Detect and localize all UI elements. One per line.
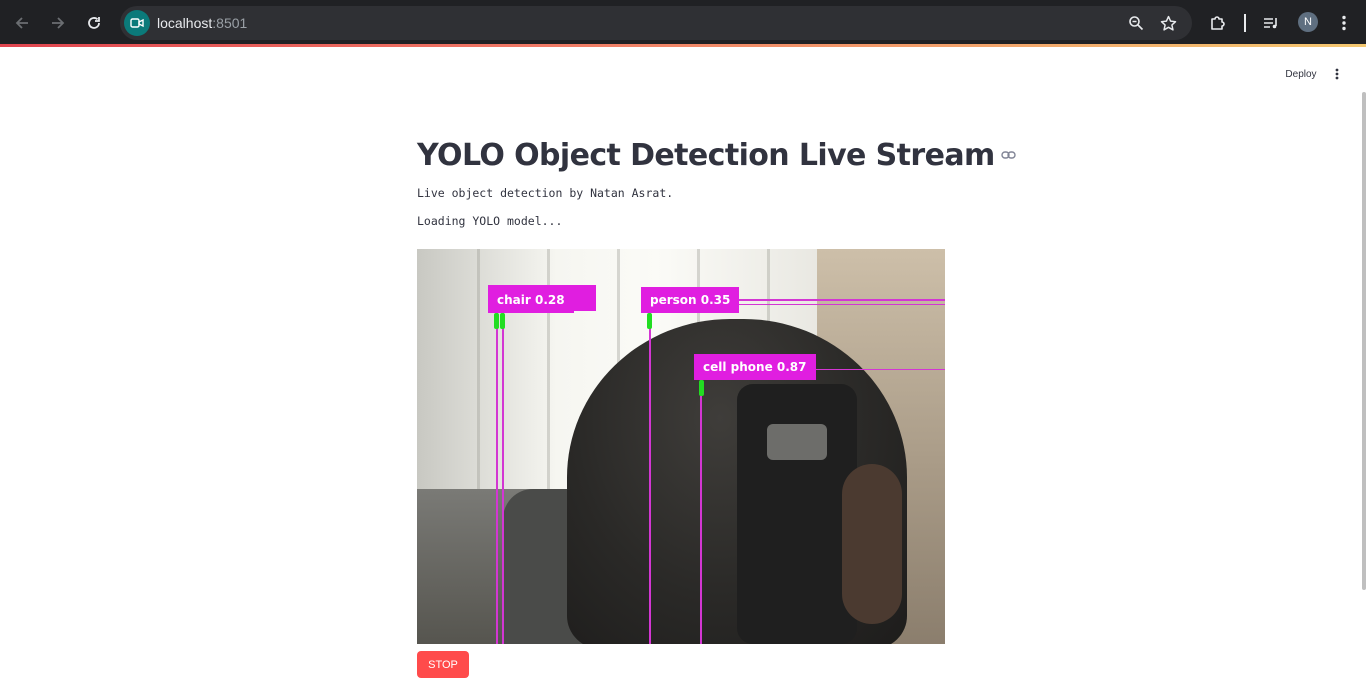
- scene-curtain-fold: [477, 249, 480, 489]
- cellphone-detection-label: cell phone 0.87: [694, 354, 816, 380]
- reload-button[interactable]: [82, 11, 106, 35]
- kebab-menu-icon: [1342, 15, 1346, 31]
- zoom-button[interactable]: [1126, 13, 1146, 33]
- scrollbar-thumb[interactable]: [1362, 92, 1366, 590]
- app-top-decoration: [0, 44, 1366, 47]
- chair-box-inner: [502, 301, 504, 644]
- person-box-left: [649, 301, 651, 644]
- url-port: :8501: [212, 15, 248, 31]
- url-host: localhost: [157, 15, 213, 31]
- cellphone-keypoint: [699, 380, 704, 396]
- bookmark-button[interactable]: [1158, 13, 1178, 33]
- anchor-link[interactable]: [1001, 147, 1017, 163]
- address-bar[interactable]: localhost:8501: [120, 6, 1192, 40]
- scene-hand: [842, 464, 902, 624]
- arrow-left-icon: [15, 17, 28, 29]
- scene-phone: [737, 384, 857, 644]
- arrow-right-icon: [52, 17, 65, 29]
- url-text[interactable]: localhost:8501: [157, 15, 247, 31]
- chair-box-left: [496, 301, 498, 644]
- kebab-menu-icon: [1335, 68, 1339, 80]
- chair-detection-label: chair 0.28: [488, 287, 574, 313]
- forward-button[interactable]: [46, 11, 70, 35]
- star-icon: [1160, 15, 1176, 31]
- link-icon: [1001, 151, 1016, 159]
- deploy-button[interactable]: Deploy: [1278, 65, 1324, 83]
- chair-keypoint: [494, 313, 499, 329]
- playlist-icon: [1264, 18, 1277, 29]
- site-info-button[interactable]: [124, 10, 150, 36]
- page-title: YOLO Object Detection Live Stream: [417, 137, 995, 173]
- profile-avatar[interactable]: N: [1298, 12, 1318, 32]
- stop-button[interactable]: STOP: [417, 651, 469, 678]
- reload-icon: [88, 17, 100, 29]
- person-detection-label: person 0.35: [641, 287, 740, 313]
- extensions-button[interactable]: [1206, 11, 1230, 35]
- chair-keypoint: [500, 313, 505, 329]
- page-title-row: YOLO Object Detection Live Stream: [417, 134, 1017, 176]
- scene-phone-camera: [767, 424, 827, 460]
- toolbar-divider: [1244, 14, 1246, 32]
- subtitle-text: Live object detection by Natan Asrat.: [417, 186, 674, 200]
- app-menu-button[interactable]: [1330, 66, 1344, 82]
- media-control-button[interactable]: [1259, 11, 1283, 35]
- cellphone-box-left: [700, 369, 702, 644]
- back-button[interactable]: [10, 11, 34, 35]
- zoom-icon: [1129, 16, 1144, 31]
- person-keypoint: [647, 313, 652, 329]
- video-camera-icon: [130, 18, 144, 28]
- video-stream: chair 0.28 person 0.35 cell phone 0.87: [417, 249, 945, 644]
- browser-toolbar: localhost:8501 N: [0, 0, 1366, 46]
- puzzle-icon: [1211, 16, 1225, 30]
- status-text: Loading YOLO model...: [417, 214, 563, 228]
- browser-menu-button[interactable]: [1332, 11, 1356, 35]
